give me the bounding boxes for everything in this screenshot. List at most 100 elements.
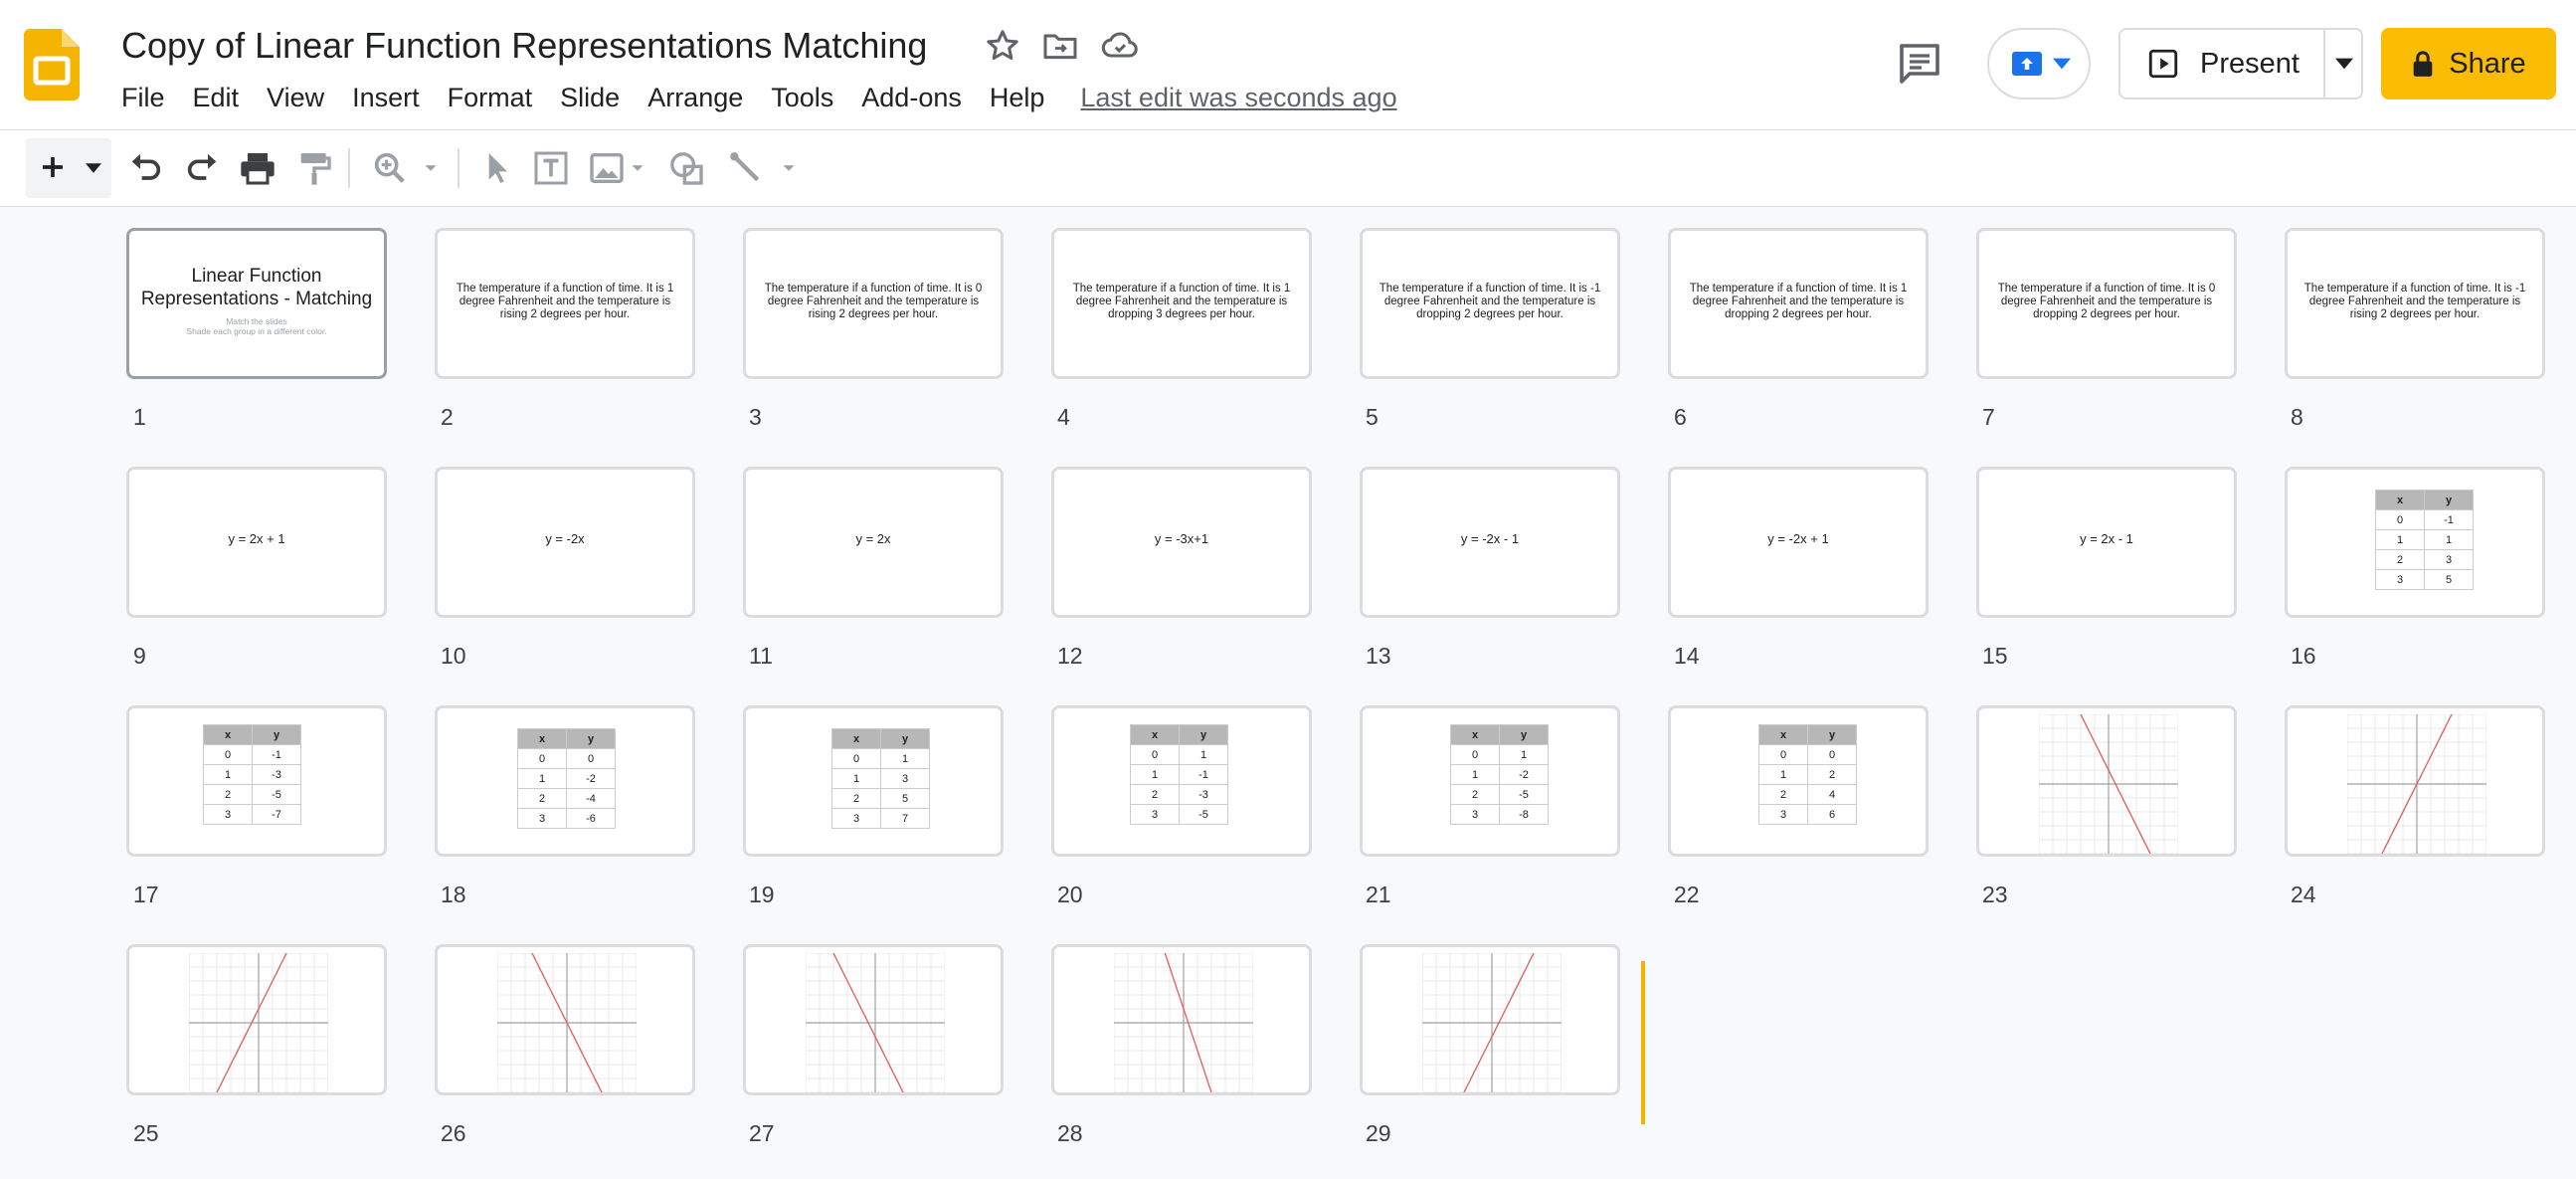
slide-thumbnail-22[interactable]: xy00122436 [1668, 705, 1929, 857]
toolbar [0, 130, 2576, 207]
slide-thumbnail-5[interactable]: The temperature if a function of time. I… [1360, 228, 1620, 379]
zoom-icon[interactable] [370, 148, 410, 188]
table-row: 3 -6 [517, 808, 616, 829]
cloud-saved-icon[interactable] [1100, 26, 1140, 66]
slide-thumbnail-11[interactable]: y = 2x [743, 467, 1004, 618]
slide-number: 24 [2291, 882, 2316, 907]
menu-format[interactable]: Format [434, 78, 547, 117]
slide-thumbnail-25[interactable] [126, 944, 387, 1095]
present-to-meeting-button[interactable] [1987, 28, 2091, 99]
share-button[interactable]: Share [2381, 28, 2556, 99]
table-row: 3 -8 [1450, 804, 1549, 825]
undo-icon[interactable] [125, 148, 165, 188]
table-cell-y: -7 [252, 804, 301, 825]
table-row: 37 [831, 808, 930, 829]
menu-edit[interactable]: Edit [179, 78, 254, 117]
line-icon[interactable] [726, 148, 766, 188]
menu-help[interactable]: Help [976, 78, 1059, 117]
menu-tools[interactable]: Tools [757, 78, 847, 117]
redo-icon[interactable] [183, 148, 223, 188]
table-header-x: x [831, 728, 881, 749]
present-button[interactable]: Present [2120, 30, 2323, 98]
line-chevron-icon[interactable] [782, 148, 796, 188]
slide-thumbnail-9[interactable]: y = 2x + 1 [126, 467, 387, 618]
slide-thumbnail-15[interactable]: y = 2x - 1 [1976, 467, 2237, 618]
slide-thumbnail-27[interactable] [743, 944, 1004, 1095]
slide-thumbnail-7[interactable]: The temperature if a function of time. I… [1976, 228, 2237, 379]
xy-table: x y 0 -1 1 -3 2 -5 3 -7 [203, 724, 301, 825]
slide-thumbnail-28[interactable] [1051, 944, 1312, 1095]
app-header: Copy of Linear Function Representations … [0, 0, 2576, 130]
graph-area [1422, 953, 1562, 1092]
slide-thumbnail-20[interactable]: x y 0 1 1 -1 2 -3 3 -5 [1051, 705, 1312, 857]
table-cell-y: -6 [566, 808, 616, 829]
menu-arrange[interactable]: Arrange [634, 78, 757, 117]
table-cell-y: 2 [1807, 764, 1857, 785]
star-icon[interactable] [983, 26, 1022, 66]
slides-logo-icon[interactable] [24, 29, 80, 100]
slide-thumbnail-13[interactable]: y = -2x - 1 [1360, 467, 1620, 618]
table-row: 2 -4 [517, 788, 616, 809]
slide-thumbnail-23[interactable] [1976, 705, 2237, 857]
menu-view[interactable]: View [253, 78, 338, 117]
slide-thumbnail-4[interactable]: The temperature if a function of time. I… [1051, 228, 1312, 379]
zoom-chevron-icon[interactable] [424, 148, 438, 188]
slide-text: The temperature if a function of time. I… [1072, 283, 1291, 320]
slide-thumbnail-24[interactable] [2285, 705, 2545, 857]
document-title[interactable]: Copy of Linear Function Representations … [121, 22, 927, 70]
table-header-y: y [252, 724, 301, 745]
comment-icon[interactable] [1896, 40, 1943, 88]
last-edit-link[interactable]: Last edit was seconds ago [1080, 78, 1396, 117]
textbox-icon[interactable] [531, 148, 571, 188]
xy-table: xy01132537 [831, 728, 930, 829]
slide-number: 8 [2291, 404, 2303, 430]
line-graph [2347, 714, 2486, 854]
slide-number: 27 [749, 1120, 775, 1146]
slide-thumbnail-29[interactable] [1360, 944, 1620, 1095]
table-cell-y: 1 [2424, 529, 2474, 550]
slide-thumbnail-6[interactable]: The temperature if a function of time. I… [1668, 228, 1929, 379]
slide-thumbnail-21[interactable]: x y 0 1 1 -2 2 -5 3 -8 [1360, 705, 1620, 857]
table-cell-y: -3 [252, 764, 301, 785]
slide-thumbnail-26[interactable] [435, 944, 695, 1095]
menu-slide[interactable]: Slide [546, 78, 634, 117]
slide-thumbnail-1[interactable]: Linear Function Representations - Matchi… [126, 228, 387, 379]
table-row: 1 -2 [517, 768, 616, 789]
line-graph [497, 953, 637, 1092]
image-chevron-icon[interactable] [631, 148, 644, 188]
slide-equation: y = -2x - 1 [1460, 531, 1520, 546]
menu-insert[interactable]: Insert [338, 78, 434, 117]
slide-subtitle-line: Match the slides [226, 316, 287, 326]
table-cell-y: 3 [880, 768, 930, 789]
slide-number: 2 [441, 404, 454, 430]
slide-thumbnail-17[interactable]: x y 0 -1 1 -3 2 -5 3 -7 [126, 705, 387, 857]
new-slide-button[interactable] [26, 138, 111, 198]
slide-thumbnail-19[interactable]: xy01132537 [743, 705, 1004, 857]
slide-thumbnail-8[interactable]: The temperature if a function of time. I… [2285, 228, 2545, 379]
slide-thumbnail-16[interactable]: x y 0 -1 1 1 2 3 3 5 [2285, 467, 2545, 618]
table-cell-y: 4 [1807, 784, 1857, 805]
print-icon[interactable] [237, 148, 278, 188]
slide-thumbnail-2[interactable]: The temperature if a function of time. I… [435, 228, 695, 379]
slide-thumbnail-3[interactable]: The temperature if a function of time. I… [743, 228, 1004, 379]
menu-file[interactable]: File [107, 78, 179, 117]
present-options-chevron-icon[interactable] [2335, 57, 2353, 71]
menu-addons[interactable]: Add-ons [847, 78, 976, 117]
table-cell-x: 3 [831, 808, 881, 829]
move-to-folder-icon[interactable] [1040, 26, 1080, 66]
xy-table: x y 0 -1 1 1 2 3 3 5 [2375, 490, 2474, 590]
select-icon[interactable] [477, 148, 517, 188]
slide-thumbnail-10[interactable]: y = -2x [435, 467, 695, 618]
slide-number: 12 [1057, 643, 1083, 669]
table-row: 24 [1758, 784, 1857, 805]
image-icon[interactable] [587, 148, 627, 188]
slide-thumbnail-12[interactable]: y = -3x+1 [1051, 467, 1312, 618]
xy-table: x y 0 1 1 -1 2 -3 3 -5 [1130, 724, 1228, 825]
paint-format-icon[interactable] [294, 148, 334, 188]
slide-thumbnail-14[interactable]: y = -2x + 1 [1668, 467, 1929, 618]
line-graph [1114, 953, 1253, 1092]
shape-icon[interactable] [666, 148, 706, 188]
table-row: 25 [831, 788, 930, 809]
table-header-y: y [2424, 490, 2474, 510]
slide-thumbnail-18[interactable]: x y 0 0 1 -2 2 -4 3 -6 [435, 705, 695, 857]
